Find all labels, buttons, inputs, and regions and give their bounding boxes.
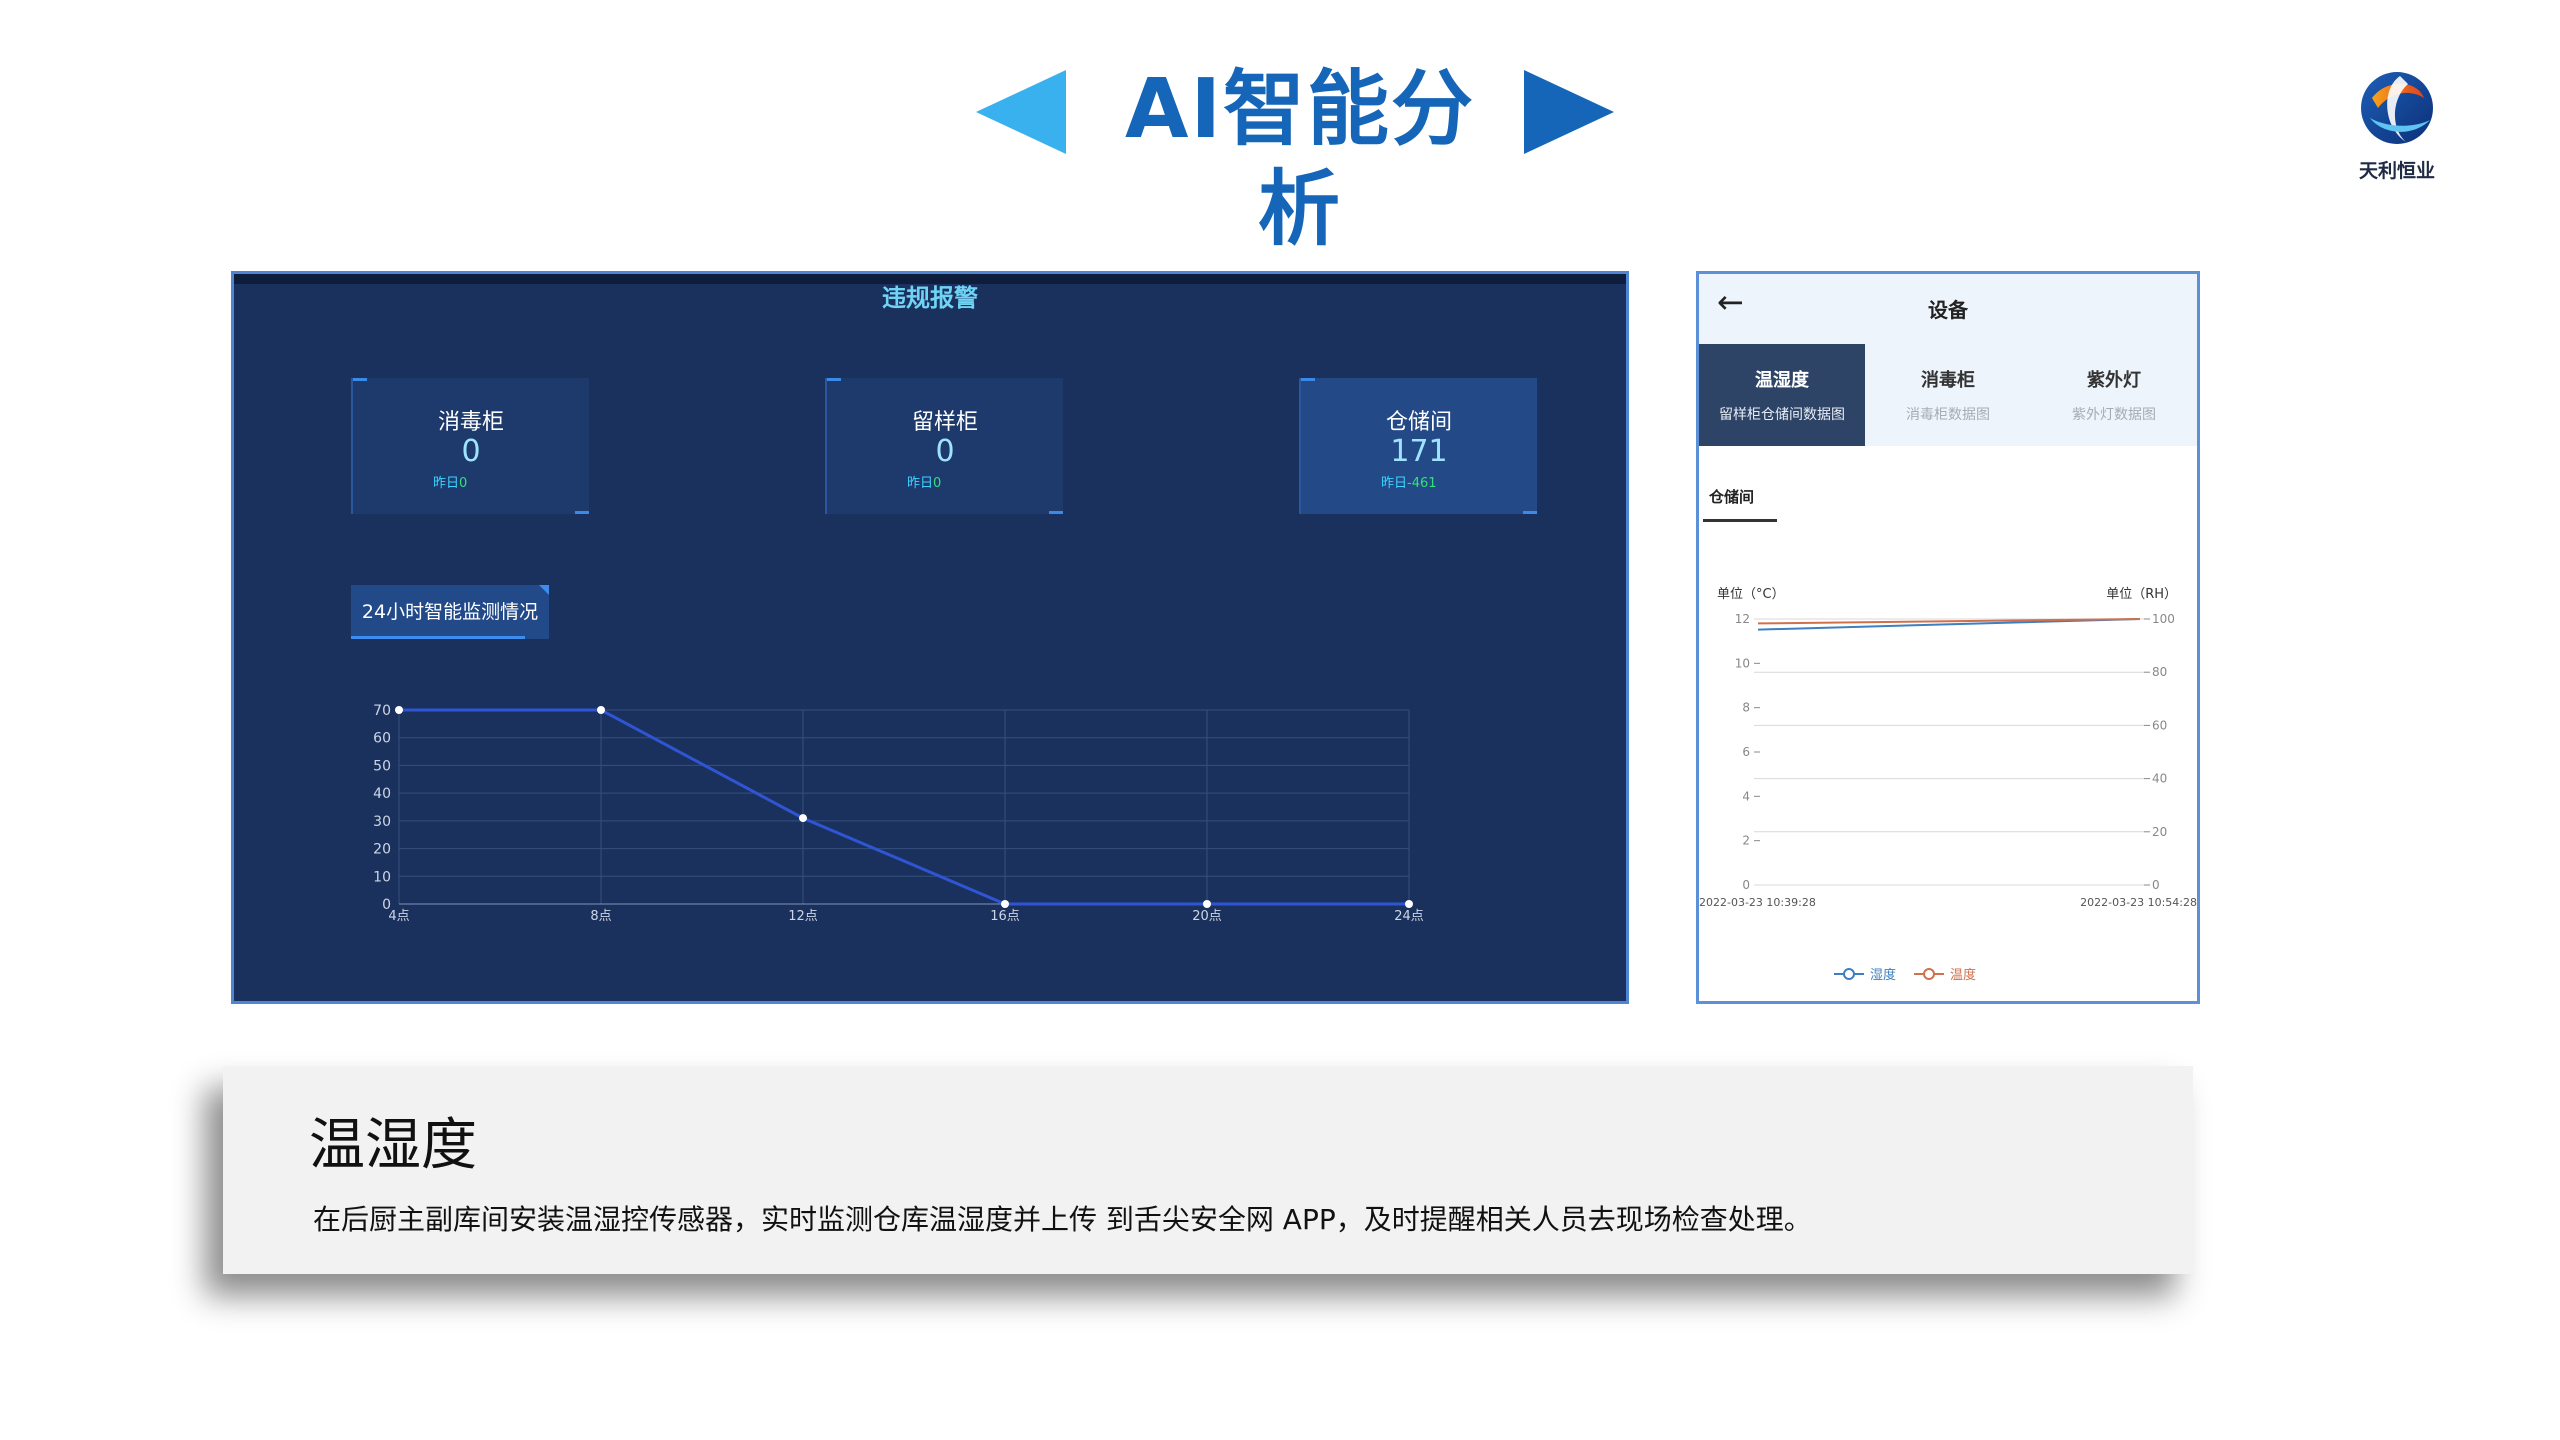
logo-text: 天利恒业 — [2358, 160, 2435, 182]
right-axis-tick-label: 0 — [2152, 878, 2160, 892]
right-axis-unit-label: 单位（RH） — [2106, 587, 2177, 602]
company-logo: 天利恒业 — [2342, 68, 2452, 183]
left-axis-tick-label: 12 — [1735, 612, 1750, 626]
title-row: AI智能分析 — [0, 60, 2560, 257]
chart-data-point — [799, 814, 807, 823]
chart-x-tick-label: 24点 — [1394, 909, 1424, 924]
temp-humidity-chart: 单位（°C） 单位（RH） 0 2 4 6 8 10 12 0 20 40 60 80 100 2022-03… — [1699, 587, 2197, 983]
description-card: 温湿度 在后厨主副库间安装温湿控传感器，实时监测仓库温湿度并上传 到舌尖安全网 … — [223, 1066, 2193, 1274]
left-axis-tick-label: 4 — [1742, 789, 1750, 803]
chart-x-tick-label: 20点 — [1192, 909, 1222, 924]
chart-x-tick-label: 8点 — [590, 909, 611, 924]
legend-marker — [1843, 968, 1855, 980]
chart-y-tick-label: 50 — [373, 758, 391, 774]
left-triangle-icon — [976, 70, 1066, 154]
chart-data-point — [1001, 900, 1009, 908]
right-triangle-icon — [1524, 70, 1614, 154]
chart-x-tick-label: 4点 — [388, 909, 409, 924]
chart-x-tick-label: 2022-03-23 10:54:28 — [2080, 896, 2197, 909]
chart-data-point — [395, 706, 403, 714]
chart-x-tick-label: 12点 — [788, 909, 818, 924]
chart-y-tick-label: 70 — [373, 703, 391, 719]
chart-y-tick-label: 60 — [373, 731, 391, 747]
logo-globe-icon — [2361, 72, 2433, 144]
alarm-dashboard: 违规报警 消毒柜 0 昨日0 留样柜 0 昨日0 仓储间 171 昨日-461 … — [231, 271, 1629, 1004]
chart-data-point — [1203, 900, 1211, 908]
legend-marker — [1923, 968, 1935, 980]
legend-label: 温度 — [1950, 967, 1976, 983]
chart-data-point — [1405, 900, 1413, 908]
device-phone-screen: ← 设备 温湿度 留样柜仓储间数据图 消毒柜 消毒柜数据图 紫外灯 紫外灯数据图… — [1696, 271, 2200, 1004]
left-axis-tick-label: 6 — [1742, 745, 1750, 759]
left-axis-unit-label: 单位（°C） — [1717, 587, 1785, 602]
chart-y-tick-label: 40 — [373, 786, 391, 802]
chart-x-tick-label: 16点 — [990, 909, 1020, 924]
chart-y-tick-label: 10 — [373, 869, 391, 885]
description-title: 温湿度 — [309, 1113, 477, 1178]
chart-y-tick-label: 20 — [373, 842, 391, 858]
left-axis-tick-label: 8 — [1742, 701, 1750, 715]
chart-data-point — [597, 706, 605, 714]
chart-y-tick-label: 30 — [373, 814, 391, 830]
right-axis-tick-label: 80 — [2152, 665, 2167, 679]
monitoring-line-chart: 0102030405060704点 8点 12点 16点 20点 24点 — [373, 703, 1424, 924]
legend-label: 湿度 — [1870, 967, 1896, 983]
chart-series-line — [399, 708, 1409, 906]
right-axis-tick-label: 40 — [2152, 772, 2167, 786]
page-title: AI智能分析 — [1125, 62, 1475, 257]
left-axis-tick-label: 2 — [1742, 834, 1750, 848]
description-text: 在后厨主副库间安装温湿控传感器，实时监测仓库温湿度并上传 到舌尖安全网 APP，… — [313, 1203, 1812, 1236]
left-axis-tick-label: 0 — [1742, 878, 1750, 892]
right-axis-tick-label: 20 — [2152, 825, 2167, 839]
right-axis-tick-label: 60 — [2152, 718, 2167, 732]
left-axis-tick-label: 10 — [1735, 656, 1750, 670]
right-axis-tick-label: 100 — [2152, 612, 2175, 626]
chart-x-tick-label: 2022-03-23 10:39:28 — [1699, 896, 1816, 909]
